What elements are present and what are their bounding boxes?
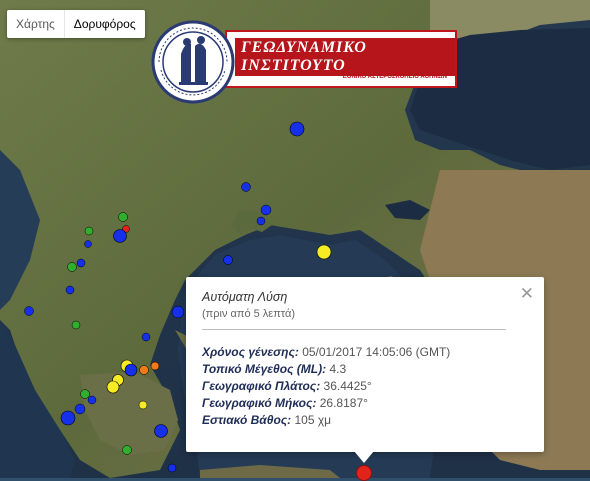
quake-marker[interactable]	[154, 424, 168, 438]
quake-marker[interactable]	[316, 244, 332, 260]
quake-marker[interactable]	[150, 361, 160, 371]
institute-subtitle: ΕΘΝΙΚΟ ΑΣΤΕΡΟΣΚΟΠΕΙΟ ΑΘΗΝΩΝ	[342, 74, 447, 80]
popup-divider	[202, 329, 506, 330]
quake-marker[interactable]	[71, 320, 81, 330]
detail-value: 36.4425°	[323, 379, 372, 393]
popup-time-ago: (πριν από 5 λεπτά)	[202, 308, 296, 320]
popup-title: Αυτόματη Λύση	[202, 290, 288, 304]
quake-marker[interactable]	[122, 445, 132, 455]
quake-marker[interactable]	[113, 229, 127, 243]
quake-marker[interactable]	[223, 255, 233, 265]
detail-magnitude: Τοπικό Μέγεθος (ML): 4.3	[202, 361, 450, 378]
quake-marker[interactable]	[139, 365, 149, 375]
observatory-seal-icon	[151, 20, 235, 104]
quake-marker[interactable]	[67, 262, 77, 272]
detail-label: Εστιακό Βάθος:	[202, 413, 292, 427]
detail-depth: Εστιακό Βάθος: 105 χμ	[202, 412, 450, 429]
detail-value: 4.3	[329, 362, 347, 376]
popup-details: Χρόνος γένεσης: 05/01/2017 14:05:06 (GMT…	[202, 344, 450, 429]
popup-pointer	[354, 451, 374, 463]
quake-marker[interactable]	[65, 285, 75, 295]
detail-longitude: Γεωγραφικό Μήκος: 26.8187°	[202, 395, 450, 412]
quake-marker[interactable]	[118, 212, 128, 222]
map-type-satellite-button[interactable]: Δορυφόρος	[65, 10, 145, 38]
current-earthquake-marker[interactable]	[356, 465, 372, 481]
institute-logo: ΓΕΩΔΥΝΑΜΙΚΟ ΙΝΣΤΙΤΟΥΤΟ ΕΘΝΙΚΟ ΑΣΤΕΡΟΣΚΟΠ…	[151, 20, 457, 104]
detail-origin-time: Χρόνος γένεσης: 05/01/2017 14:05:06 (GMT…	[202, 344, 450, 361]
quake-marker[interactable]	[60, 410, 76, 426]
close-icon[interactable]: ✕	[520, 285, 534, 302]
quake-marker[interactable]	[124, 363, 138, 377]
detail-label: Γεωγραφικό Πλάτος:	[202, 379, 321, 393]
quake-marker[interactable]	[80, 389, 90, 399]
detail-label: Τοπικό Μέγεθος (ML):	[202, 362, 327, 376]
detail-label: Χρόνος γένεσης:	[202, 345, 299, 359]
map-type-map-button[interactable]: Χάρτης	[7, 10, 64, 38]
quake-marker[interactable]	[138, 400, 148, 410]
quake-marker[interactable]	[171, 305, 185, 319]
quake-marker[interactable]	[74, 403, 86, 415]
detail-label: Γεωγραφικό Μήκος:	[202, 396, 317, 410]
quake-marker[interactable]	[84, 240, 92, 248]
quake-marker[interactable]	[141, 332, 151, 342]
quake-marker[interactable]	[87, 395, 97, 405]
quake-marker[interactable]	[289, 121, 305, 137]
earthquake-info-popup: ✕ Αυτόματη Λύση (πριν από 5 λεπτά) Χρόνο…	[186, 277, 544, 452]
detail-value: 05/01/2017 14:05:06 (GMT)	[302, 345, 451, 359]
quake-marker[interactable]	[24, 306, 34, 316]
quake-marker[interactable]	[106, 380, 120, 394]
quake-marker[interactable]	[76, 258, 86, 268]
quake-marker[interactable]	[84, 226, 94, 236]
detail-value: 105 χμ	[294, 413, 332, 427]
institute-title: ΓΕΩΔΥΝΑΜΙΚΟ ΙΝΣΤΙΤΟΥΤΟ	[235, 38, 455, 76]
detail-latitude: Γεωγραφικό Πλάτος: 36.4425°	[202, 378, 450, 395]
quake-marker[interactable]	[256, 216, 266, 226]
map-type-control: Χάρτης Δορυφόρος	[7, 10, 145, 38]
institute-banner: ΓΕΩΔΥΝΑΜΙΚΟ ΙΝΣΤΙΤΟΥΤΟ ΕΘΝΙΚΟ ΑΣΤΕΡΟΣΚΟΠ…	[225, 30, 457, 88]
quake-marker[interactable]	[260, 204, 272, 216]
quake-marker[interactable]	[167, 463, 177, 473]
quake-marker[interactable]	[241, 182, 251, 192]
detail-value: 26.8187°	[319, 396, 368, 410]
